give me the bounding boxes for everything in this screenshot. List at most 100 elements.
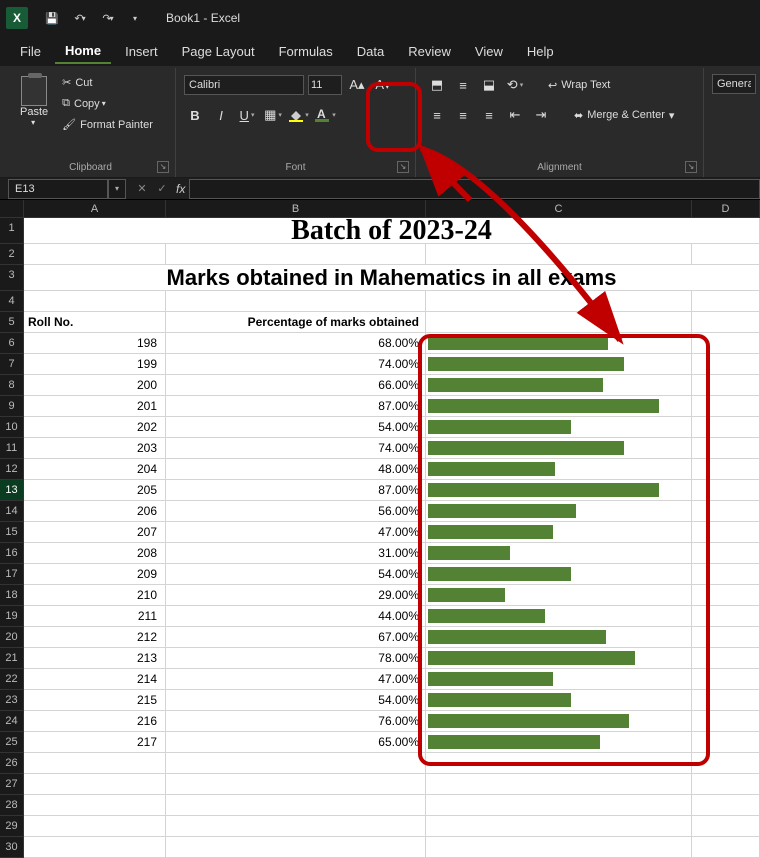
cell[interactable] — [692, 333, 760, 354]
cell-databar[interactable] — [426, 501, 692, 522]
decrease-font-icon[interactable]: A▾ — [372, 74, 394, 96]
cancel-formula-icon[interactable]: ✕ — [132, 182, 152, 195]
cell[interactable] — [692, 375, 760, 396]
cell[interactable] — [24, 244, 166, 265]
cell-databar[interactable] — [426, 669, 692, 690]
redo-icon[interactable]: ↷▾ — [96, 6, 120, 30]
cell[interactable] — [692, 312, 760, 333]
row-header[interactable]: 19 — [0, 606, 24, 627]
cell[interactable] — [166, 774, 426, 795]
cell-databar[interactable] — [426, 543, 692, 564]
cell-percentage[interactable]: 87.00% — [166, 480, 426, 501]
cell-databar[interactable] — [426, 375, 692, 396]
row-header[interactable]: 9 — [0, 396, 24, 417]
cell[interactable] — [692, 564, 760, 585]
menu-item-file[interactable]: File — [10, 40, 51, 63]
cell-roll-no[interactable]: 209 — [24, 564, 166, 585]
cell-databar[interactable] — [426, 480, 692, 501]
row-header[interactable]: 20 — [0, 627, 24, 648]
cell[interactable] — [426, 774, 692, 795]
undo-icon[interactable]: ↶▾ — [68, 6, 92, 30]
merge-center-button[interactable]: ⬌ Merge & Center ▾ — [570, 107, 678, 124]
cell-databar[interactable] — [426, 333, 692, 354]
row-header[interactable]: 15 — [0, 522, 24, 543]
font-color-button[interactable]: A▾ — [314, 104, 336, 126]
cut-button[interactable]: ✂ Cut — [58, 74, 157, 91]
font-family-select[interactable] — [184, 75, 304, 95]
cell[interactable] — [24, 774, 166, 795]
spreadsheet-grid[interactable]: 1Batch of 2023-2423Marks obtained in Mah… — [0, 218, 760, 858]
cell[interactable] — [692, 522, 760, 543]
cell[interactable] — [692, 690, 760, 711]
cell[interactable] — [166, 291, 426, 312]
cell[interactable] — [692, 459, 760, 480]
underline-button[interactable]: U▾ — [236, 104, 258, 126]
cell[interactable] — [426, 753, 692, 774]
menu-item-data[interactable]: Data — [347, 40, 394, 63]
row-header[interactable]: 29 — [0, 816, 24, 837]
row-header[interactable]: 8 — [0, 375, 24, 396]
cell-percentage[interactable]: 66.00% — [166, 375, 426, 396]
cell[interactable] — [24, 795, 166, 816]
cell-roll-no[interactable]: 199 — [24, 354, 166, 375]
row-header[interactable]: 18 — [0, 585, 24, 606]
fill-color-button[interactable]: ▾ — [288, 104, 310, 126]
cell-databar[interactable] — [426, 648, 692, 669]
cell[interactable] — [692, 711, 760, 732]
cell-databar[interactable] — [426, 585, 692, 606]
cell-percentage[interactable]: 47.00% — [166, 522, 426, 543]
number-format-select[interactable] — [712, 74, 756, 94]
cell-databar[interactable] — [426, 417, 692, 438]
header-percentage[interactable]: Percentage of marks obtained — [166, 312, 426, 333]
row-header[interactable]: 11 — [0, 438, 24, 459]
row-header[interactable]: 22 — [0, 669, 24, 690]
cell-databar[interactable] — [426, 459, 692, 480]
cell-roll-no[interactable]: 202 — [24, 417, 166, 438]
column-header-a[interactable]: A — [24, 200, 166, 218]
row-header[interactable]: 13 — [0, 480, 24, 501]
increase-indent-icon[interactable]: ⇥ — [530, 104, 552, 126]
cell[interactable] — [692, 291, 760, 312]
cell[interactable] — [692, 480, 760, 501]
cell[interactable] — [426, 816, 692, 837]
enter-formula-icon[interactable]: ✓ — [152, 182, 172, 195]
cell-databar[interactable] — [426, 732, 692, 753]
cell[interactable] — [426, 795, 692, 816]
row-header[interactable]: 2 — [0, 244, 24, 265]
cell-roll-no[interactable]: 211 — [24, 606, 166, 627]
dialog-launcher-icon[interactable]: ↘ — [397, 161, 409, 173]
row-header[interactable]: 17 — [0, 564, 24, 585]
menu-item-help[interactable]: Help — [517, 40, 564, 63]
header-roll-no[interactable]: Roll No. — [24, 312, 166, 333]
align-right-icon[interactable]: ≡ — [478, 104, 500, 126]
cell-percentage[interactable]: 76.00% — [166, 711, 426, 732]
cell-percentage[interactable]: 31.00% — [166, 543, 426, 564]
cell[interactable] — [166, 244, 426, 265]
cell-percentage[interactable]: 74.00% — [166, 438, 426, 459]
cell-roll-no[interactable]: 200 — [24, 375, 166, 396]
cell-roll-no[interactable]: 207 — [24, 522, 166, 543]
wrap-text-button[interactable]: ↩ Wrap Text — [544, 77, 614, 94]
cell[interactable] — [426, 244, 692, 265]
cell[interactable] — [24, 753, 166, 774]
align-bottom-icon[interactable]: ⬓ — [478, 74, 500, 96]
cell-percentage[interactable]: 29.00% — [166, 585, 426, 606]
cell[interactable] — [24, 816, 166, 837]
cell[interactable] — [692, 585, 760, 606]
cell-databar[interactable] — [426, 606, 692, 627]
row-header[interactable]: 21 — [0, 648, 24, 669]
row-header[interactable]: 26 — [0, 753, 24, 774]
cell-roll-no[interactable]: 205 — [24, 480, 166, 501]
cell[interactable] — [692, 438, 760, 459]
cell-roll-no[interactable]: 204 — [24, 459, 166, 480]
cell-databar[interactable] — [426, 627, 692, 648]
row-header[interactable]: 25 — [0, 732, 24, 753]
cell-roll-no[interactable]: 198 — [24, 333, 166, 354]
cell[interactable] — [692, 774, 760, 795]
cell-databar[interactable] — [426, 522, 692, 543]
italic-button[interactable]: I — [210, 104, 232, 126]
font-size-select[interactable] — [308, 75, 342, 95]
cell-percentage[interactable]: 54.00% — [166, 690, 426, 711]
cell-roll-no[interactable]: 212 — [24, 627, 166, 648]
cell[interactable] — [692, 543, 760, 564]
